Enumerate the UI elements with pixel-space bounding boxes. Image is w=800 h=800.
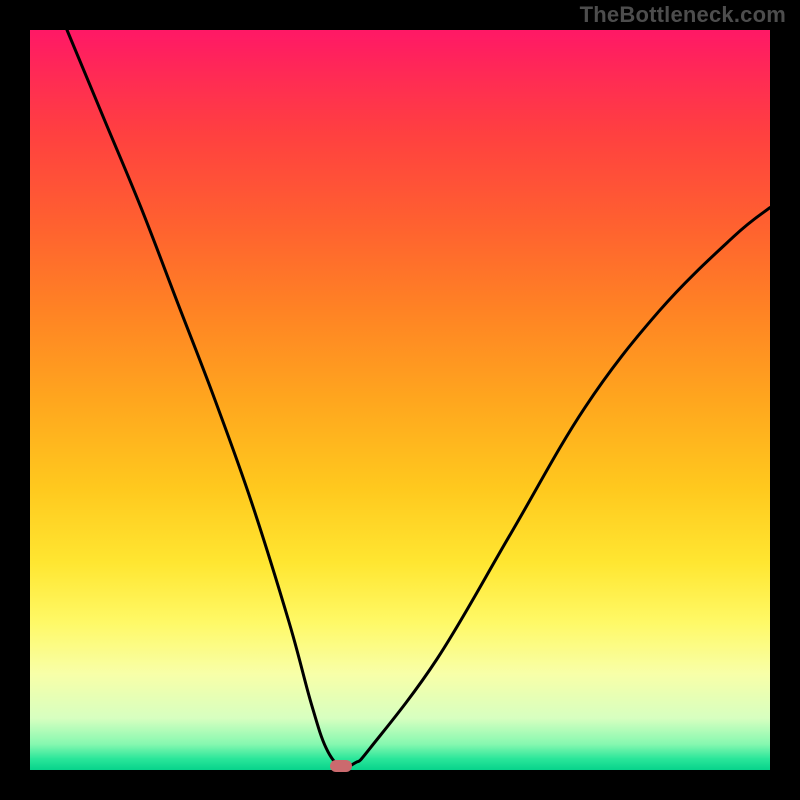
minimum-marker xyxy=(330,760,352,772)
watermark-text: TheBottleneck.com xyxy=(580,2,786,28)
chart-frame: TheBottleneck.com xyxy=(0,0,800,800)
plot-area xyxy=(30,30,770,770)
bottleneck-curve xyxy=(30,30,770,770)
